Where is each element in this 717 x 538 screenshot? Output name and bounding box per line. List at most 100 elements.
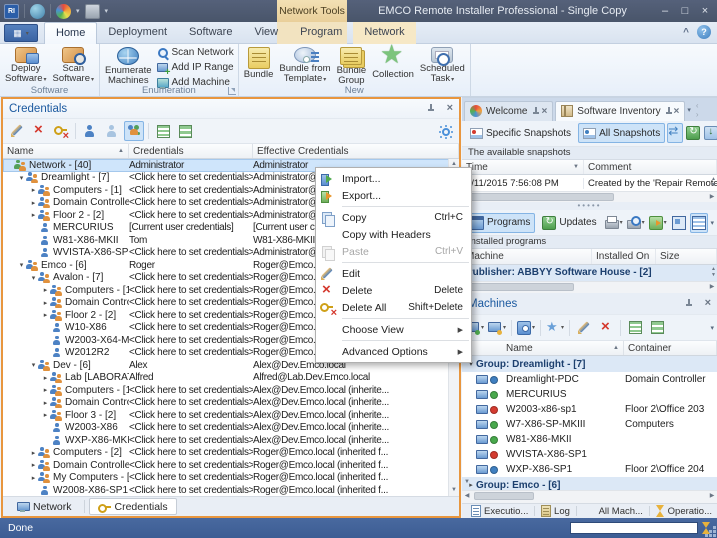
delete-button[interactable] (29, 121, 49, 141)
collapse-ribbon-button[interactable]: ^ (683, 27, 689, 38)
credentials-cell[interactable]: Tom (129, 235, 253, 246)
credentials-cell[interactable]: <Click here to set credentials> (129, 322, 253, 333)
menu-item-paste[interactable]: PasteCtrl+V (316, 243, 471, 260)
pin-icon[interactable] (427, 104, 435, 113)
view-cards-button[interactable] (153, 121, 173, 141)
refresh-snapshot-button[interactable] (685, 123, 701, 143)
column-header-size[interactable]: Size (656, 249, 717, 264)
menu-item-edit[interactable]: Edit (316, 265, 471, 282)
column-header-container[interactable]: Container (624, 341, 717, 355)
ribbon-button-add-ip-range[interactable]: Add IP Range (155, 61, 236, 74)
tab-network[interactable]: Network (9, 498, 80, 515)
credentials-cell[interactable]: <Click here to set credentials> (129, 472, 253, 483)
credentials-cell[interactable]: <Click here to set credentials> (129, 447, 253, 458)
credentials-cell[interactable]: <Click here to set credentials> (129, 285, 253, 296)
column-header-name[interactable]: Name▲ (462, 341, 624, 355)
credentials-tree-row[interactable]: ▸Floor 3 - [2]<Click here to set credent… (3, 409, 459, 422)
remote-connection-icon[interactable] (30, 4, 45, 19)
machine-group-row[interactable]: ▸Group: Emco - [6] (462, 477, 717, 490)
credentials-cell[interactable]: <Click here to set credentials> (129, 172, 253, 183)
user-alt-button[interactable] (102, 121, 122, 141)
tab-list-caret-icon[interactable]: ▾ (687, 106, 691, 114)
tab-log[interactable]: Log (536, 504, 575, 518)
dialog-launcher-icon[interactable] (228, 87, 236, 95)
menu-item-advanced-options[interactable]: Advanced Options▶ (316, 343, 471, 360)
delete-button[interactable] (596, 318, 616, 338)
all-snapshots-button[interactable]: All Snapshots (578, 123, 665, 143)
tab-program[interactable]: Program (289, 22, 353, 44)
horizontal-scrollbar[interactable]: ▶ (462, 281, 717, 293)
tab-executio[interactable]: Executio... (466, 504, 533, 518)
tab-all-mach[interactable]: All Mach... (578, 504, 648, 518)
credentials-cell[interactable]: <Click here to set credentials> (129, 347, 253, 358)
machine-row[interactable]: MERCURIUS (462, 387, 717, 402)
expand-groups-button[interactable] (690, 213, 708, 233)
print-preview-button[interactable]: ▾ (626, 213, 646, 233)
pin-icon[interactable] (532, 107, 538, 116)
users-group-button[interactable] (124, 121, 144, 141)
column-header-credentials[interactable]: Credentials (129, 144, 253, 158)
column-header-time[interactable]: Time▼ (462, 160, 584, 175)
close-icon[interactable]: × (447, 104, 453, 113)
credentials-cell[interactable]: Roger (129, 260, 253, 271)
close-icon[interactable]: × (705, 299, 711, 308)
credentials-tree-row[interactable]: WXP-X86-MKII<Click here to set credentia… (3, 434, 459, 447)
scroll-down-icon[interactable]: ▼ (462, 477, 472, 488)
credentials-cell[interactable]: <Click here to set credentials> (129, 422, 253, 433)
ribbon-button-bundle[interactable]: Bundle (241, 45, 277, 86)
credentials-tree-row[interactable]: ▸My Computers - [1]<Click here to set cr… (3, 472, 459, 485)
style-palette-icon[interactable] (56, 4, 71, 19)
credentials-cell[interactable]: <Click here to set credentials> (129, 272, 253, 283)
export-snapshot-button[interactable] (703, 123, 717, 143)
machine-row[interactable]: Dreamlight-PDCDomain Controller (462, 372, 717, 387)
dock-splitter[interactable]: ••••• (462, 202, 717, 210)
machine-row[interactable]: W81-X86-MKII (462, 432, 717, 447)
collapse-groups-button[interactable] (670, 213, 688, 233)
minimize-button[interactable]: – (655, 2, 675, 20)
scroll-left-icon[interactable]: ◀ (462, 491, 472, 502)
column-header-machine[interactable]: Machine (462, 249, 592, 264)
credentials-cell[interactable]: <Click here to set credentials> (129, 410, 253, 421)
machine-row[interactable]: W2003-x86-sp1Floor 2\Office 203 (462, 402, 717, 417)
credentials-cell[interactable]: <Click here to set credentials> (129, 385, 253, 396)
tab-software-inventory[interactable]: Software Inventory× (555, 101, 685, 121)
ribbon-button-enumerate-machines[interactable]: EnumerateMachines (102, 45, 154, 86)
tab-nav-arrows[interactable]: ‹ › (693, 101, 715, 119)
tab-software[interactable]: Software (178, 22, 243, 44)
menu-item-copy[interactable]: CopyCtrl+C (316, 209, 471, 226)
ribbon-button-scan-software[interactable]: ScanSoftware▾ (50, 45, 98, 86)
horizontal-scrollbar[interactable]: ◀ ▶ (462, 490, 717, 503)
application-menu-button[interactable]: ▦▾ (4, 24, 38, 42)
maximize-button[interactable]: □ (675, 2, 695, 20)
credentials-cell[interactable]: Administrator (129, 160, 253, 171)
machine-row[interactable]: W7-X86-SP-MKIIIComputers (462, 417, 717, 432)
credentials-cell[interactable]: [Current user credentials] (129, 222, 253, 233)
ribbon-button-scan-network[interactable]: Scan Network (155, 46, 236, 59)
scroll-right-icon[interactable]: ▶ (707, 192, 717, 203)
resize-grip[interactable] (713, 534, 716, 537)
credentials-tree-row[interactable]: ▸Domain Controll...<Click here to set cr… (3, 397, 459, 410)
credentials-cell[interactable]: <Click here to set credentials> (129, 247, 253, 258)
scrollbar-thumb[interactable] (474, 492, 534, 500)
tab-welcome[interactable]: Welcome× (464, 101, 553, 121)
snapshot-button[interactable]: ▾ (516, 318, 536, 338)
tab-operatio[interactable]: Operatio... (651, 504, 717, 518)
updates-button[interactable]: Updates (537, 213, 601, 233)
user-button[interactable] (80, 121, 100, 141)
menu-item-copy-with-headers[interactable]: Copy with Headers (316, 226, 471, 243)
tab-view[interactable]: View (243, 22, 289, 44)
credentials-cell[interactable]: Alfred (129, 372, 253, 383)
export-report-button[interactable]: ▾ (648, 213, 668, 233)
ribbon-button-collection[interactable]: Collection (369, 45, 417, 86)
close-button[interactable]: × (695, 2, 715, 20)
scroll-down-icon[interactable]: ▼ (449, 485, 459, 496)
credentials-cell[interactable]: <Click here to set credentials> (129, 197, 253, 208)
publisher-group-row[interactable]: Publisher: ABBYY Software House - [2] ▲▼ (462, 265, 717, 281)
delete-credentials-button[interactable] (51, 121, 71, 141)
scrollbar-thumb[interactable] (464, 283, 574, 291)
credentials-cell[interactable]: <Click here to set credentials> (129, 210, 253, 221)
credentials-cell[interactable]: <Click here to set credentials> (129, 397, 253, 408)
credentials-cell[interactable]: <Click here to set credentials> (129, 297, 253, 308)
credentials-cell[interactable]: <Click here to set credentials> (129, 435, 253, 446)
ribbon-button-scheduled-task[interactable]: ScheduledTask▾ (417, 45, 468, 86)
